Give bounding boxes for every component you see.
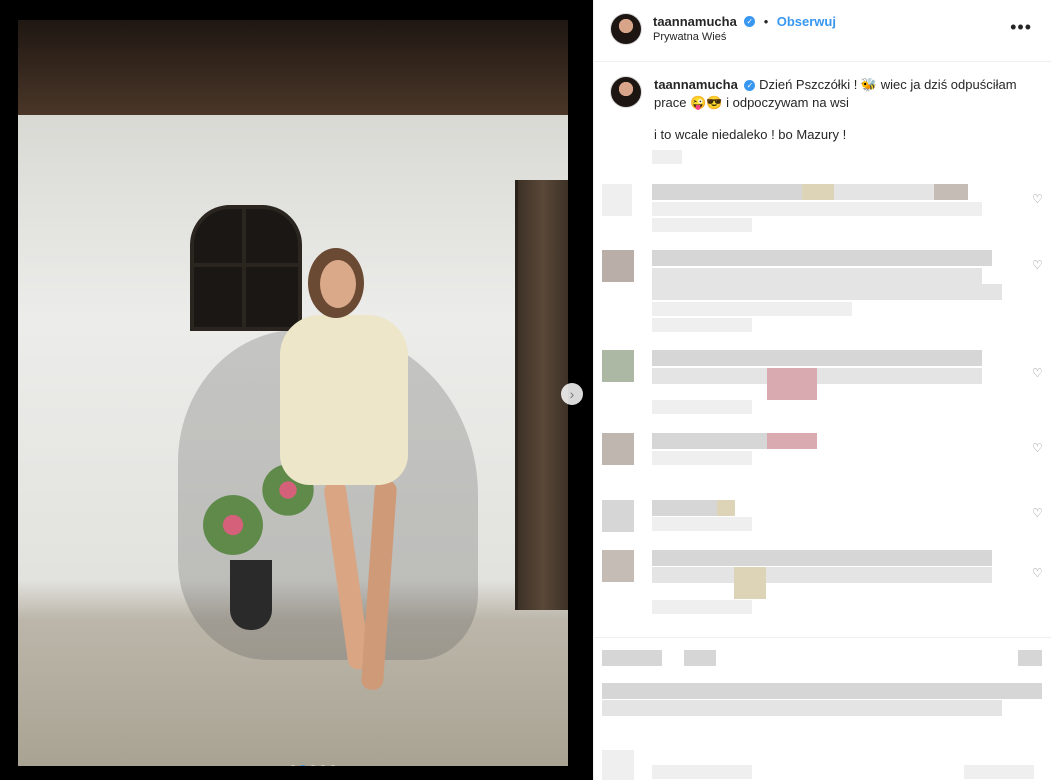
heart-icon[interactable]: ♡ [1032,258,1043,272]
comment-meta-blurred [652,218,752,232]
comment-text-blurred [717,500,735,516]
post-sidebar: taannamucha ✓ • Obserwuj Prywatna Wieś •… [593,0,1051,780]
comment-input-blurred[interactable] [652,765,752,779]
carousel-dot[interactable] [310,765,316,766]
comment-meta-blurred [652,517,752,531]
comment-text-blurred [834,184,934,200]
carousel-dot[interactable] [330,765,336,766]
photo-roof [18,20,568,115]
comment-text-blurred [652,350,982,366]
carousel-dot[interactable] [320,765,326,766]
caption-timestamp-blurred [652,150,682,164]
comment-text-blurred [652,433,767,449]
comment-meta-blurred [652,451,752,465]
carousel-dot[interactable] [290,765,296,766]
heart-icon[interactable]: ♡ [1032,366,1043,380]
action-icons-blurred[interactable] [684,650,716,666]
comment-text-blurred [652,184,802,200]
comment-text-blurred [652,500,717,516]
photo-person-dress [280,315,408,485]
post-photo[interactable] [18,20,568,766]
comment-text-blurred [652,268,982,284]
comment-meta-blurred [652,600,752,614]
separator-dot: • [763,14,769,29]
verified-icon: ✓ [744,80,756,92]
post-button-blurred[interactable] [964,765,1034,779]
post-media-area: › [0,0,593,780]
post-caption: taannamucha ✓ Dzień Pszczółki ! 🐝 wiec j… [654,76,1034,144]
caption-username[interactable]: taannamucha [654,77,738,92]
comment-meta-blurred [652,318,752,332]
photo-shovel [230,560,272,630]
follow-button[interactable]: Obserwuj [777,14,836,29]
comment-text-blurred [652,250,992,266]
verified-icon: ✓ [744,16,756,28]
comment-avatar-blurred [602,550,634,582]
carousel-dot-active[interactable] [300,765,306,766]
photo-person-face [320,260,356,308]
comment-text-blurred [652,368,767,384]
comment-text-blurred [802,184,834,200]
heart-icon[interactable]: ♡ [1032,566,1043,580]
comment-text-blurred [652,567,992,583]
comment-text-blurred [652,302,852,316]
header-user-line: taannamucha ✓ • Obserwuj [653,13,836,31]
comment-text-blurred [652,202,982,216]
heart-icon[interactable]: ♡ [1032,441,1043,455]
comment-avatar-blurred [602,433,634,465]
comment-text-blurred [817,368,982,384]
comment-text-blurred [652,284,1002,300]
likes-blurred [602,700,1002,716]
comment-input-blurred[interactable] [602,750,634,780]
save-icon-blurred[interactable] [1018,650,1042,666]
comment-meta-blurred [652,400,752,414]
post-header: taannamucha ✓ • Obserwuj Prywatna Wieś •… [594,0,1051,62]
heart-icon[interactable]: ♡ [1032,506,1043,520]
comment-avatar-blurred [602,184,632,216]
comment-avatar-blurred [602,250,634,282]
comment-text-blurred [767,368,817,400]
comment-avatar-blurred [602,350,634,382]
comment-avatar-blurred [602,500,634,532]
header-username[interactable]: taannamucha [653,14,737,29]
location-link[interactable]: Prywatna Wieś [653,31,726,43]
comment-text-blurred [767,433,817,449]
likes-blurred [602,683,1042,699]
more-options-button[interactable]: ••• [1004,16,1038,39]
avatar[interactable] [610,13,642,45]
carousel-next-button[interactable]: › [561,383,583,405]
heart-icon[interactable]: ♡ [1032,192,1043,206]
caption-text-2: i to wcale niedaleko ! bo Mazury ! [654,127,847,142]
comment-text-blurred [734,567,766,599]
caption-avatar[interactable] [610,76,642,108]
comment-text-blurred [652,550,992,566]
photo-window [190,205,302,331]
action-icons-blurred[interactable] [602,650,662,666]
actions-divider [594,637,1051,638]
comment-text-blurred [934,184,968,200]
carousel-dots [290,765,336,766]
